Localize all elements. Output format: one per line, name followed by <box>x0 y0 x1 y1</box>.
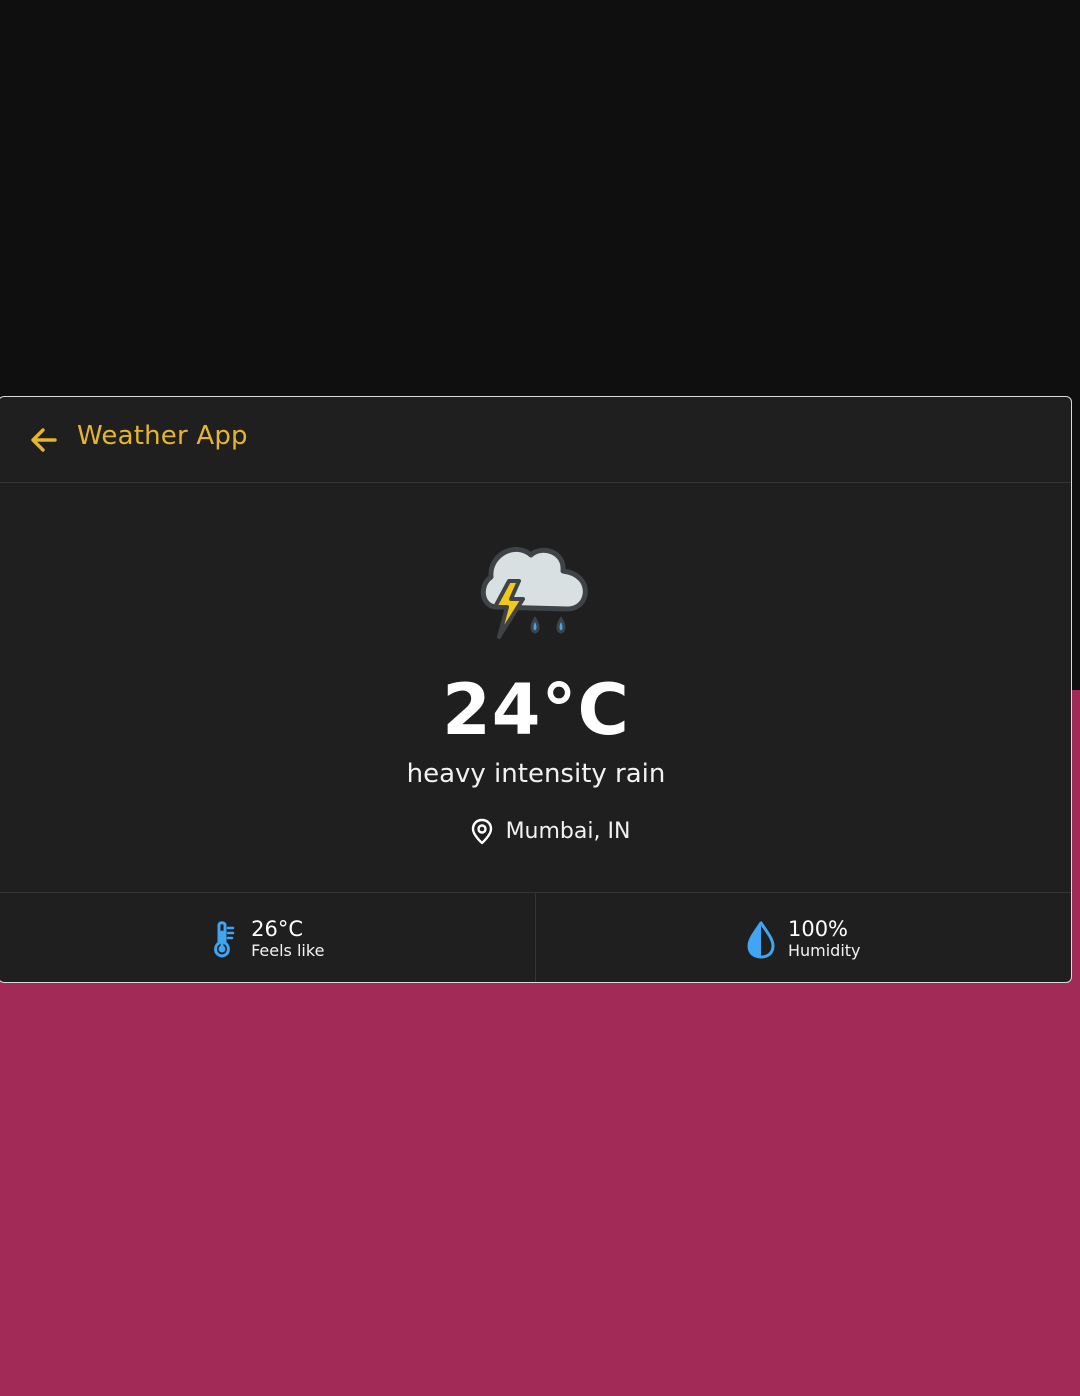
stats-row: 26°C Feels like 100% Humidity <box>0 892 1072 982</box>
location-text: Mumbai, IN <box>505 818 631 844</box>
water-drop-icon <box>747 921 775 958</box>
location: Mumbai, IN <box>0 817 1071 851</box>
feels-like-value: 26°C <box>251 916 303 941</box>
feels-like-label: Feels like <box>251 940 325 960</box>
stat-feels-like: 26°C Feels like <box>0 893 535 982</box>
temperature: 24°C <box>442 669 630 751</box>
humidity-value: 100% <box>787 916 849 941</box>
thermometer-icon <box>214 920 235 957</box>
back-button[interactable] <box>27 423 61 457</box>
thunderstorm-rain-icon <box>475 537 595 652</box>
arrow-left-icon <box>31 428 57 452</box>
weather-description: heavy intensity rain <box>406 759 666 789</box>
humidity-label: Humidity <box>787 940 861 960</box>
map-pin-icon <box>471 818 492 845</box>
card-header: Weather App <box>0 397 1071 483</box>
weather-card: Weather App 24°C heavy intensity rain Mu… <box>0 396 1072 983</box>
stat-humidity: 100% Humidity <box>534 893 1072 982</box>
app-title: Weather App <box>77 421 248 451</box>
